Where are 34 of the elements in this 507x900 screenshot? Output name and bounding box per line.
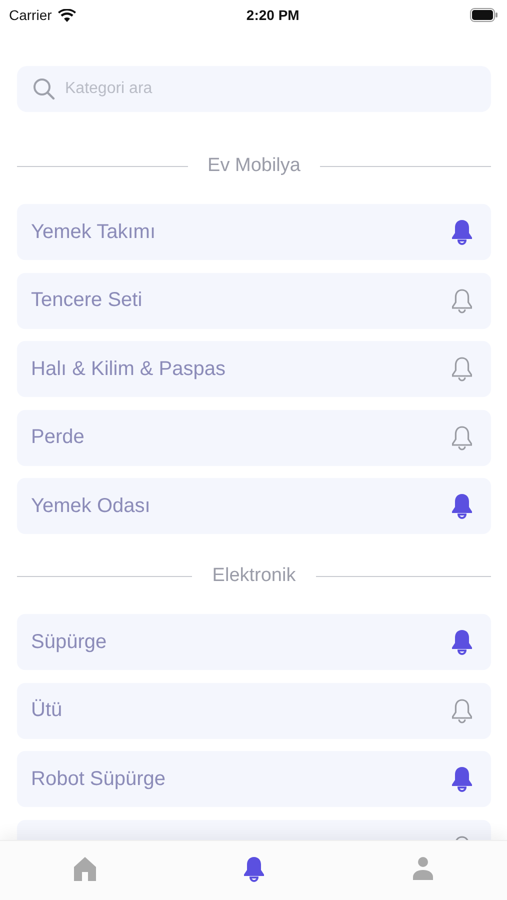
home-icon <box>72 856 96 882</box>
section-title: Elektronik <box>212 565 296 587</box>
status-time: 2:20 PM <box>246 7 300 23</box>
search-field[interactable]: Kategori ara <box>17 66 491 112</box>
category-label: Halı & Kilim & Paspas <box>31 358 226 380</box>
section-title: Ev Mobilya <box>208 155 300 177</box>
category-row[interactable]: Ütü <box>17 682 491 738</box>
category-row[interactable]: Halı & Kilim & Paspas <box>17 341 491 397</box>
category-row[interactable]: Perde <box>17 410 491 466</box>
person-icon <box>412 856 434 880</box>
category-label: Yemek Odası <box>31 494 150 518</box>
bell-icon[interactable] <box>450 288 474 314</box>
battery-icon <box>470 8 498 22</box>
bell-icon[interactable] <box>450 356 474 382</box>
bell-icon[interactable] <box>242 856 266 882</box>
category-row[interactable]: Robot Süpürge <box>17 751 491 807</box>
category-row[interactable]: Yemek Odası <box>17 478 491 534</box>
carrier-label: Carrier <box>9 7 52 23</box>
bell-icon[interactable] <box>450 698 474 724</box>
bell-icon[interactable] <box>450 766 474 792</box>
category-row[interactable]: Tencere Seti <box>17 272 491 328</box>
category-row[interactable]: Süpürge <box>17 614 491 670</box>
bell-icon[interactable] <box>450 219 474 245</box>
category-label: Ütü <box>31 699 62 722</box>
bell-icon[interactable] <box>450 629 474 655</box>
bell-icon[interactable] <box>450 493 474 519</box>
category-label: Robot Süpürge <box>31 768 166 790</box>
category-label: Süpürge <box>31 630 107 654</box>
wifi-icon <box>58 8 76 22</box>
bell-icon[interactable] <box>450 424 474 450</box>
category-label: Perde <box>31 426 84 449</box>
category-label: Tencere Seti <box>31 289 142 312</box>
category-label: Yemek Takımı <box>31 220 156 244</box>
category-row[interactable]: Yemek Takımı <box>17 204 491 260</box>
